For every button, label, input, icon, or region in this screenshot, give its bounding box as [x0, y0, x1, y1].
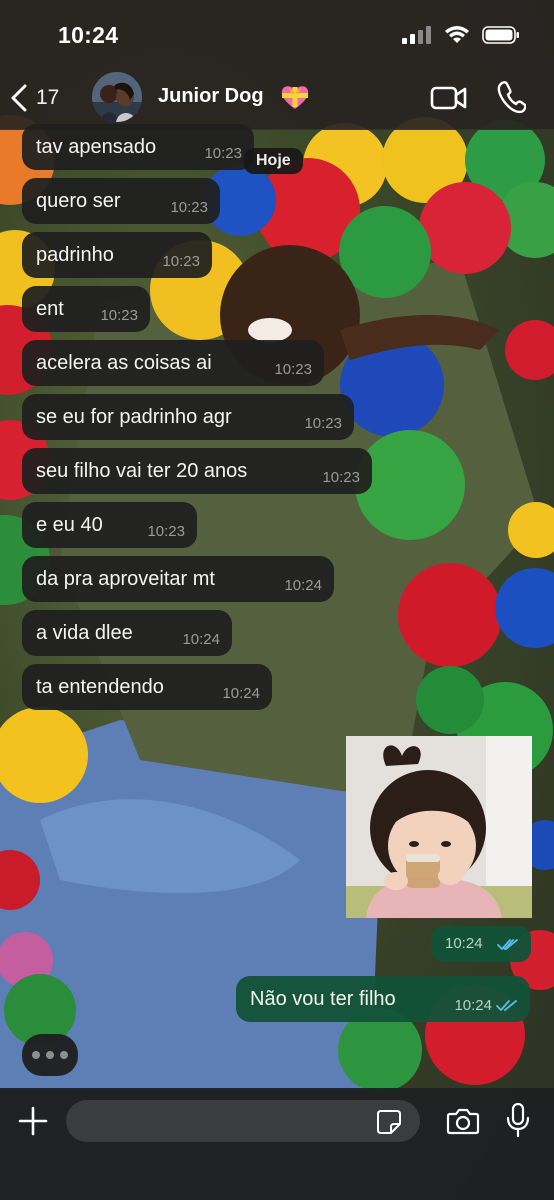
message-time: 10:24 [454, 997, 492, 1014]
plus-icon[interactable] [16, 1104, 50, 1138]
contact-name[interactable]: Junior Dog [158, 85, 264, 108]
chevron-left-icon [11, 84, 27, 112]
chat-header: 17 Junior Dog [0, 64, 554, 130]
incoming-message[interactable]: acelera as coisas ai 10:23 [22, 340, 324, 386]
message-time: 10:24 [222, 685, 260, 702]
message-text: se eu for padrinho agr [36, 405, 232, 428]
sticker-image[interactable] [346, 736, 532, 918]
date-separator: Hoje [244, 148, 303, 174]
incoming-message[interactable]: ent 10:23 [22, 286, 150, 332]
incoming-message[interactable]: se eu for padrinho agr 10:23 [22, 394, 354, 440]
read-receipt-icon [497, 939, 518, 950]
message-time: 10:24 [182, 631, 220, 648]
typing-dot [46, 1051, 54, 1059]
read-receipt-icon [496, 1000, 517, 1011]
incoming-message[interactable]: e eu 40 10:23 [22, 502, 197, 548]
incoming-message[interactable]: quero ser 10:23 [22, 178, 220, 224]
message-text: seu filho vai ter 20 anos [36, 459, 248, 482]
message-time: 10:23 [322, 469, 360, 486]
message-text: a vida dlee [36, 621, 133, 644]
message-text: acelera as coisas ai [36, 351, 212, 374]
incoming-message[interactable]: a vida dlee 10:24 [22, 610, 232, 656]
message-time: 10:23 [170, 199, 208, 216]
message-time: 10:23 [162, 253, 200, 270]
status-icons [402, 25, 520, 44]
video-call-icon[interactable] [430, 82, 468, 114]
message-text: tav apensado [36, 135, 157, 158]
status-time: 10:24 [58, 22, 119, 48]
message-text: e eu 40 [36, 513, 103, 536]
cellular-signal-icon [402, 25, 431, 44]
contact-avatar[interactable] [92, 72, 142, 122]
message-text: padrinho [36, 243, 114, 266]
wifi-icon [445, 26, 469, 43]
heart-with-ribbon-icon [281, 86, 309, 109]
message-time: 10:23 [147, 523, 185, 540]
microphone-icon[interactable] [506, 1102, 530, 1138]
sticker-icon[interactable] [376, 1109, 402, 1135]
battery-icon [482, 25, 519, 44]
typing-dot [32, 1051, 40, 1059]
incoming-message[interactable]: padrinho 10:23 [22, 232, 212, 278]
message-text: quero ser [36, 189, 121, 212]
voice-call-icon[interactable] [496, 80, 526, 114]
back-button[interactable]: 17 [10, 78, 59, 118]
message-time: 10:23 [100, 307, 138, 324]
status-bar: 10:24 [0, 0, 554, 64]
incoming-message[interactable]: tav apensado 10:23 [22, 124, 254, 170]
typing-indicator [22, 1034, 78, 1076]
message-time: 10:24 [445, 935, 483, 952]
message-composer [0, 1088, 554, 1200]
unread-chats-count: 17 [36, 86, 60, 109]
typing-dot [60, 1051, 68, 1059]
message-time: 10:23 [304, 415, 342, 432]
message-time: 10:23 [204, 145, 242, 162]
message-time: 10:24 [284, 577, 322, 594]
message-text: Não vou ter filho [250, 987, 396, 1010]
incoming-message[interactable]: seu filho vai ter 20 anos 10:23 [22, 448, 372, 494]
message-text: ta entendendo [36, 675, 164, 698]
message-text: da pra aproveitar mt [36, 567, 215, 590]
message-text: ent [36, 297, 64, 320]
outgoing-message[interactable]: Não vou ter filho 10:24 [236, 976, 530, 1022]
incoming-message[interactable]: da pra aproveitar mt 10:24 [22, 556, 334, 602]
camera-icon[interactable] [446, 1106, 480, 1136]
message-input[interactable] [66, 1100, 420, 1142]
message-time: 10:23 [274, 361, 312, 378]
incoming-message[interactable]: ta entendendo 10:24 [22, 664, 272, 710]
sticker-timestamp: 10:24 [431, 926, 531, 962]
